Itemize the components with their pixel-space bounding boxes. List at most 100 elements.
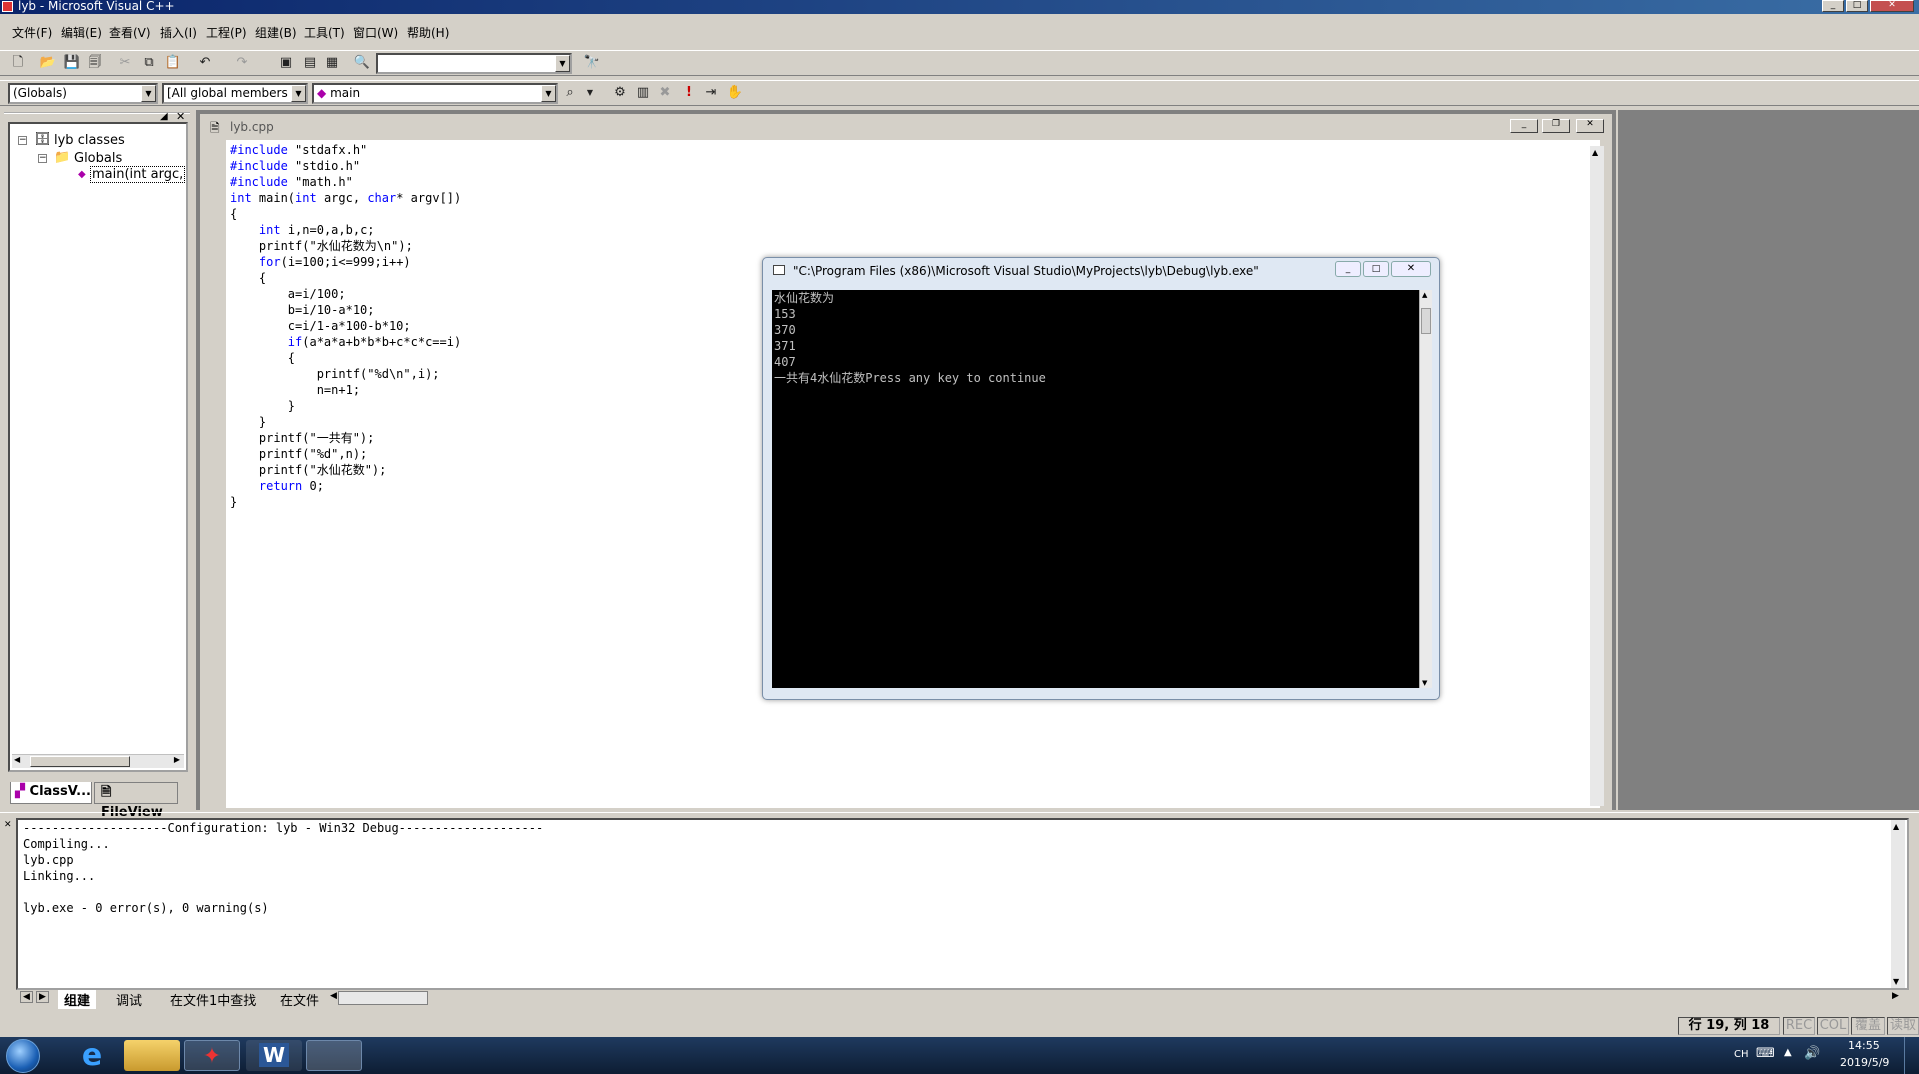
- class-combo[interactable]: (Globals) ▼: [8, 83, 158, 104]
- output-line: lyb.cpp: [23, 853, 74, 867]
- console-task-icon[interactable]: [306, 1040, 362, 1071]
- file-explorer-icon[interactable]: [124, 1040, 180, 1071]
- tray-expand-icon[interactable]: ▲: [1784, 1047, 1792, 1058]
- hscroll-right-icon[interactable]: ▶: [1892, 991, 1899, 1001]
- close-button[interactable]: ✕: [1870, 0, 1914, 12]
- console-minimize-button[interactable]: _: [1335, 261, 1361, 277]
- stop-build-icon[interactable]: ✖: [655, 83, 675, 103]
- start-button[interactable]: [6, 1039, 40, 1073]
- new-file-icon[interactable]: 🗋: [8, 53, 28, 73]
- tree-root[interactable]: lyb classes: [54, 133, 125, 148]
- minimize-button[interactable]: _: [1822, 0, 1844, 12]
- go-icon[interactable]: ⇥: [701, 83, 721, 103]
- filter-combo[interactable]: [All global members ▼: [162, 83, 308, 104]
- volume-icon[interactable]: 🔊: [1804, 1046, 1820, 1061]
- scroll-up-icon[interactable]: ▲: [1893, 822, 1899, 831]
- execute-icon[interactable]: !: [679, 83, 699, 103]
- tree-globals[interactable]: Globals: [74, 151, 122, 166]
- find-combo[interactable]: ▼: [376, 53, 572, 74]
- scroll-up-icon[interactable]: ▲: [1422, 291, 1427, 299]
- menu-help[interactable]: 帮助(H): [407, 24, 449, 41]
- editor-minimize-button[interactable]: _: [1510, 119, 1538, 133]
- output-close-icon[interactable]: ✕: [4, 820, 12, 830]
- tab-find-in-files-2[interactable]: 在文件: [274, 990, 325, 1009]
- menu-view[interactable]: 查看(V): [109, 24, 151, 41]
- chevron-down-icon[interactable]: ▼: [291, 85, 306, 102]
- visual-cpp-task-icon[interactable]: ✦: [184, 1040, 240, 1071]
- undo-icon[interactable]: ↶: [195, 53, 215, 73]
- browser-icon[interactable]: e: [64, 1040, 120, 1071]
- tab-debug[interactable]: 调试: [110, 990, 148, 1009]
- window-list-icon[interactable]: ▦: [322, 53, 342, 73]
- clock-date[interactable]: 2019/5/9: [1840, 1056, 1889, 1069]
- code-line: printf("%d",n);: [230, 447, 368, 461]
- console-scrollbar[interactable]: ▲ ▼: [1419, 290, 1432, 688]
- console-close-button[interactable]: ✕: [1391, 261, 1431, 277]
- horizontal-scrollbar[interactable]: ◀ ▶: [12, 754, 184, 768]
- code-kw: #include: [230, 143, 288, 157]
- scroll-thumb[interactable]: [1421, 308, 1431, 334]
- tab-build[interactable]: 组建: [58, 990, 97, 1009]
- scroll-thumb[interactable]: [30, 756, 130, 767]
- save-icon[interactable]: 💾: [62, 53, 82, 73]
- build-icon[interactable]: ▥: [633, 83, 653, 103]
- save-all-icon[interactable]: 🗐: [85, 53, 105, 73]
- editor-vertical-scrollbar[interactable]: ▲: [1590, 146, 1604, 806]
- maximize-button[interactable]: □: [1846, 0, 1868, 12]
- wizard-action-icon[interactable]: ⌕: [560, 83, 580, 103]
- redo-icon[interactable]: ↷: [232, 53, 252, 73]
- chevron-down-icon[interactable]: ▼: [141, 85, 156, 102]
- menu-tools[interactable]: 工具(T): [304, 24, 345, 41]
- menu-file[interactable]: 文件(F): [12, 24, 52, 41]
- chevron-down-icon[interactable]: ▼: [580, 83, 600, 103]
- menu-edit[interactable]: 编辑(E): [61, 24, 102, 41]
- collapse-icon[interactable]: −: [38, 154, 47, 163]
- editor-restore-button[interactable]: ❐: [1542, 119, 1570, 133]
- copy-icon[interactable]: ⧉: [139, 53, 159, 73]
- console-maximize-button[interactable]: □: [1363, 261, 1389, 277]
- scroll-up-icon[interactable]: ▲: [1592, 148, 1598, 157]
- keyboard-icon[interactable]: ⌨: [1756, 1046, 1775, 1061]
- chevron-down-icon[interactable]: ▼: [555, 55, 570, 72]
- collapse-icon[interactable]: −: [18, 136, 27, 145]
- find-icon[interactable]: 🔭: [582, 53, 602, 73]
- show-desktop-button[interactable]: [1904, 1037, 1919, 1074]
- find-in-files-icon[interactable]: 🔍: [352, 53, 372, 73]
- tree-main[interactable]: main(int argc,: [90, 166, 186, 183]
- status-rec: REC: [1783, 1017, 1815, 1035]
- menu-project[interactable]: 工程(P): [206, 24, 247, 41]
- breakpoint-hand-icon[interactable]: ✋: [725, 83, 745, 103]
- tab-fileview[interactable]: 🗎 FileView: [94, 782, 178, 820]
- scroll-down-icon[interactable]: ▼: [1422, 679, 1427, 687]
- editor-close-button[interactable]: ✕: [1576, 119, 1604, 133]
- hscroll-left-icon[interactable]: ◀: [330, 991, 337, 1001]
- splitter[interactable]: [0, 812, 1919, 815]
- output-line: lyb.exe - 0 error(s), 0 warning(s): [23, 901, 269, 915]
- console-window[interactable]: "C:\Program Files (x86)\Microsoft Visual…: [762, 257, 1440, 700]
- compile-icon[interactable]: ⚙: [610, 83, 630, 103]
- member-combo[interactable]: ◆ main ▼: [312, 83, 558, 104]
- menu-window[interactable]: 窗口(W): [353, 24, 398, 41]
- tab-classview[interactable]: ▞ ClassV...: [10, 782, 92, 804]
- tab-find-in-files-1[interactable]: 在文件1中查找: [164, 990, 262, 1009]
- menu-build[interactable]: 组建(B): [255, 24, 297, 41]
- code-kw: if: [287, 335, 303, 349]
- output-hscroll-thumb[interactable]: [338, 991, 428, 1005]
- clock-time[interactable]: 14:55: [1848, 1039, 1880, 1052]
- output-vertical-scrollbar[interactable]: ▲ ▼: [1891, 820, 1905, 988]
- paste-icon[interactable]: 📋: [163, 53, 183, 73]
- open-folder-icon[interactable]: 📂: [38, 53, 58, 73]
- code-line: int main(int argc, char* argv[]): [230, 191, 462, 205]
- tab-scroll-left-icon[interactable]: ◀: [20, 991, 33, 1003]
- input-lang[interactable]: CH: [1734, 1049, 1749, 1060]
- tab-scroll-right-icon[interactable]: ▶: [36, 991, 49, 1003]
- output-window-icon[interactable]: ▤: [300, 53, 320, 73]
- cut-icon[interactable]: ✂: [115, 53, 135, 73]
- scroll-down-icon[interactable]: ▼: [1893, 977, 1899, 986]
- word-icon[interactable]: W: [246, 1040, 302, 1071]
- chevron-down-icon[interactable]: ▼: [541, 85, 556, 102]
- workspace-icon[interactable]: ▣: [276, 53, 296, 73]
- panel-dock-icon[interactable]: ◢: [160, 111, 168, 122]
- output-tabs: ◀ ▶ 组建 调试 在文件1中查找 在文件 ◀ ▶: [18, 990, 1908, 1009]
- menu-insert[interactable]: 插入(I): [160, 24, 197, 41]
